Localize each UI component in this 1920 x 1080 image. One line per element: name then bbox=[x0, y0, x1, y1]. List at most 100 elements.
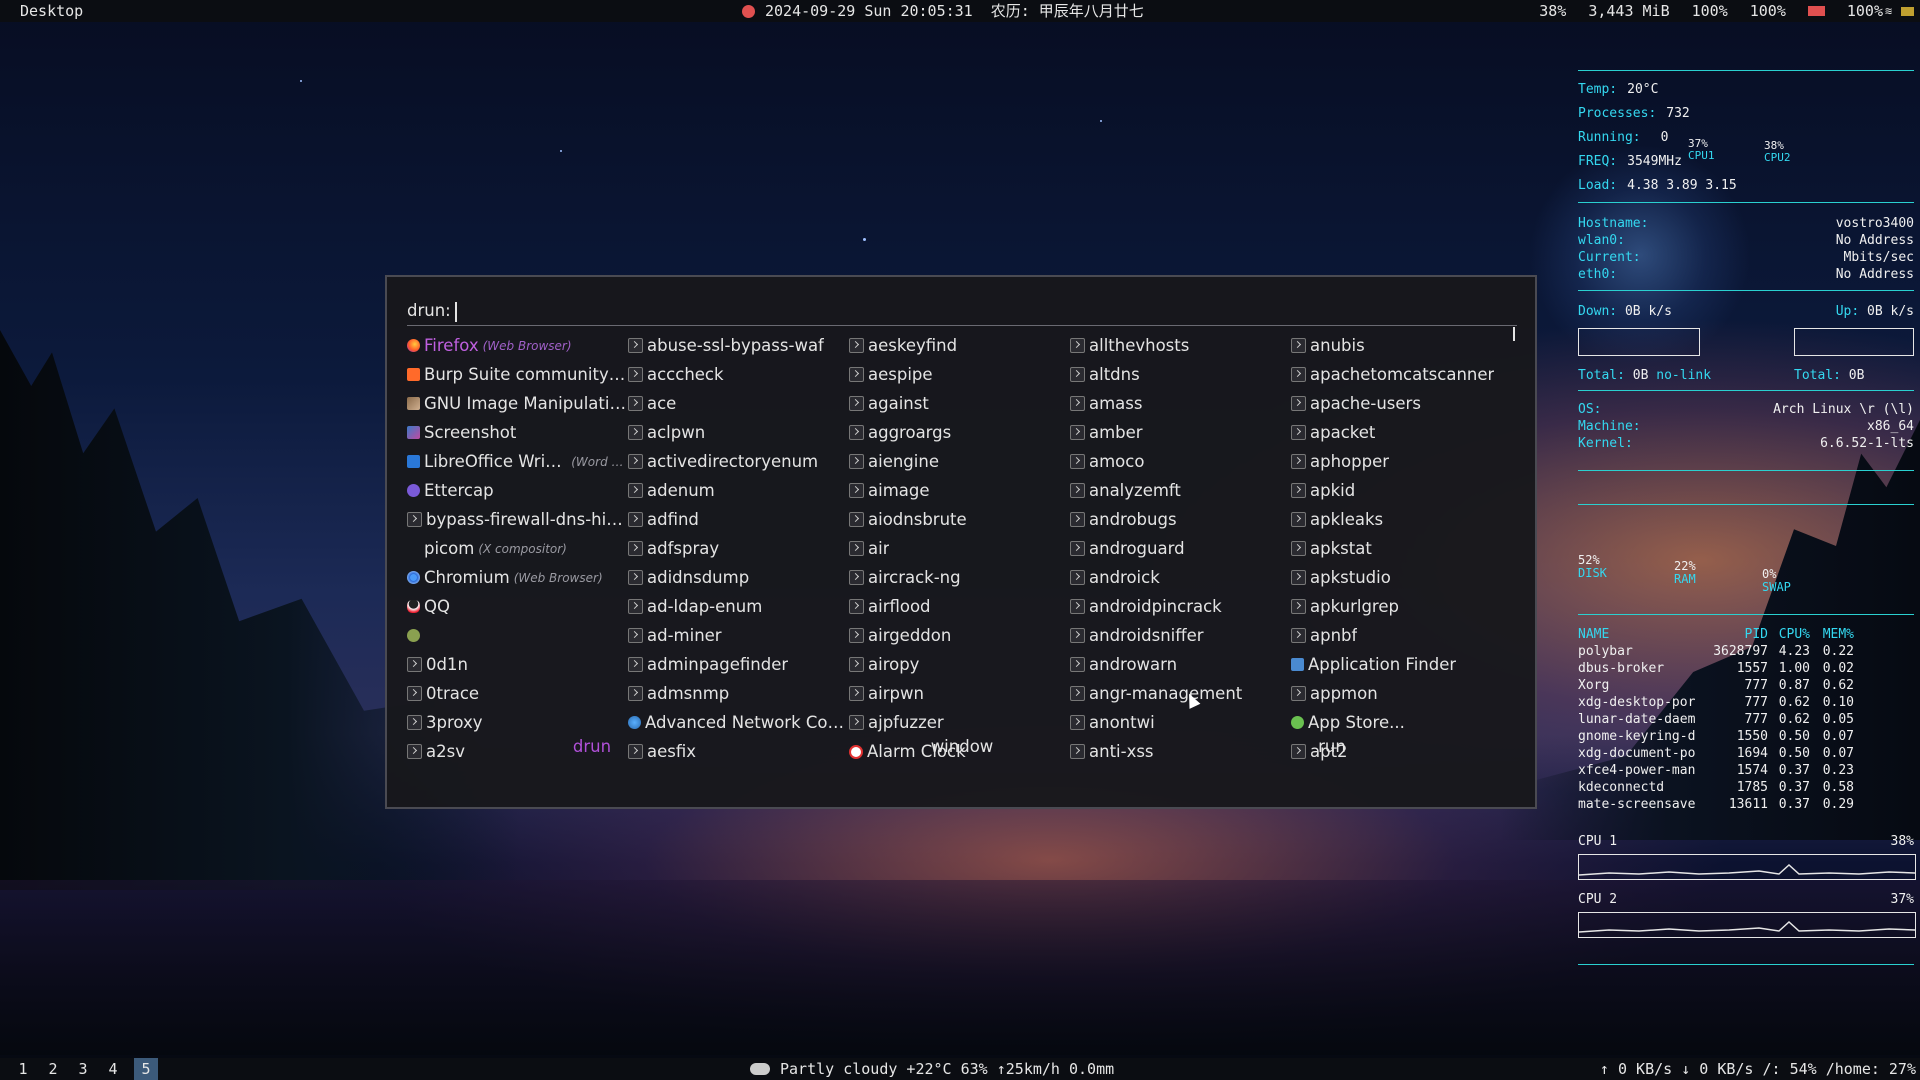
app-entry[interactable]: airflood bbox=[849, 592, 1070, 621]
app-entry[interactable]: apnbf bbox=[1291, 621, 1517, 650]
app-entry[interactable]: acccheck bbox=[628, 360, 849, 389]
app-entry[interactable]: apkurlgrep bbox=[1291, 592, 1517, 621]
app-entry[interactable]: adfind bbox=[628, 505, 849, 534]
clock-module[interactable]: 2024-09-29 Sun 20:05:31 农历: 甲辰年八月廿七 bbox=[742, 0, 1144, 22]
cpu1-graph-value: 38% bbox=[1890, 834, 1914, 849]
app-entry[interactable]: Chromium (Web Browser) bbox=[407, 563, 628, 592]
app-entry[interactable]: adenum bbox=[628, 476, 849, 505]
app-entry[interactable]: aiengine bbox=[849, 447, 1070, 476]
app-entry[interactable]: adfspray bbox=[628, 534, 849, 563]
app-entry[interactable]: aircrack-ng bbox=[849, 563, 1070, 592]
app-entry[interactable]: anubis bbox=[1291, 331, 1517, 360]
app-entry[interactable]: abuse-ssl-bypass-waf bbox=[628, 331, 849, 360]
app-entry[interactable]: adminpagefinder bbox=[628, 650, 849, 679]
app-entry[interactable]: Advanced Network Con... bbox=[628, 708, 849, 737]
app-entry[interactable]: androick bbox=[1070, 563, 1291, 592]
app-entry[interactable]: 0d1n bbox=[407, 650, 628, 679]
app-entry[interactable]: amber bbox=[1070, 418, 1291, 447]
app-entry[interactable]: androidpincrack bbox=[1070, 592, 1291, 621]
app-entry[interactable]: GNU Image Manipulatio... bbox=[407, 389, 628, 418]
brightness-level[interactable]: 100% bbox=[1692, 0, 1728, 22]
app-entry[interactable]: Firefox (Web Browser) bbox=[407, 331, 628, 360]
app-entry[interactable]: apache-users bbox=[1291, 389, 1517, 418]
workspace-2[interactable]: 2 bbox=[38, 1058, 68, 1080]
launcher-prompt[interactable]: drun: bbox=[407, 301, 457, 322]
volume-level[interactable]: 100% bbox=[1750, 0, 1786, 22]
workspace-3[interactable]: 3 bbox=[68, 1058, 98, 1080]
app-entry[interactable]: Ettercap bbox=[407, 476, 628, 505]
app-entry[interactable]: aeskeyfind bbox=[849, 331, 1070, 360]
workspace-title[interactable]: Desktop bbox=[20, 0, 83, 22]
app-entry[interactable]: App Store... bbox=[1291, 708, 1517, 737]
app-entry[interactable]: apkleaks bbox=[1291, 505, 1517, 534]
battery-level[interactable]: 100% bbox=[1847, 0, 1883, 22]
mode-drun[interactable]: drun bbox=[407, 737, 777, 756]
mode-run[interactable]: run bbox=[1147, 737, 1517, 756]
app-entry[interactable]: aphopper bbox=[1291, 447, 1517, 476]
divider bbox=[1578, 504, 1914, 505]
app-entry[interactable]: androbugs bbox=[1070, 505, 1291, 534]
app-entry[interactable]: bypass-firewall-dns-hist... bbox=[407, 505, 628, 534]
app-entry[interactable]: ad-miner bbox=[628, 621, 849, 650]
app-entry[interactable]: androwarn bbox=[1070, 650, 1291, 679]
app-entry[interactable]: adidnsdump bbox=[628, 563, 849, 592]
workspace-1[interactable]: 1 bbox=[8, 1058, 38, 1080]
freq-value: 3549MHz bbox=[1627, 154, 1682, 169]
app-entry[interactable]: Burp Suite community e... bbox=[407, 360, 628, 389]
app-entry[interactable]: 0trace bbox=[407, 679, 628, 708]
app-entry[interactable]: allthevhosts bbox=[1070, 331, 1291, 360]
app-name: GNU Image Manipulatio... bbox=[424, 394, 628, 413]
app-entry[interactable]: QQ bbox=[407, 592, 628, 621]
app-entry[interactable]: aggroargs bbox=[849, 418, 1070, 447]
app-description: (Web Browser) bbox=[513, 570, 603, 585]
app-entry[interactable]: admsnmp bbox=[628, 679, 849, 708]
app-entry[interactable]: airopy bbox=[849, 650, 1070, 679]
app-entry[interactable]: LibreOffice Writer (Word P... bbox=[407, 447, 628, 476]
app-entry[interactable]: 3proxy bbox=[407, 708, 628, 737]
app-entry[interactable]: airgeddon bbox=[849, 621, 1070, 650]
app-entry[interactable]: altdns bbox=[1070, 360, 1291, 389]
app-entry[interactable]: aiodnsbrute bbox=[849, 505, 1070, 534]
network-disk-stats[interactable]: ↑ 0 KB/s ↓ 0 KB/s /: 54% /home: 27% bbox=[1600, 1058, 1916, 1080]
app-entry[interactable]: anontwi bbox=[1070, 708, 1291, 737]
app-entry[interactable]: against bbox=[849, 389, 1070, 418]
app-entry[interactable]: apachetomcatscanner bbox=[1291, 360, 1517, 389]
term-icon bbox=[849, 541, 864, 556]
app-entry[interactable]: picom (X compositor) bbox=[407, 534, 628, 563]
wifi-icon[interactable]: ≋ bbox=[1885, 5, 1899, 17]
app-name: Advanced Network Con... bbox=[645, 713, 849, 732]
app-entry[interactable]: amoco bbox=[1070, 447, 1291, 476]
app-entry[interactable]: airpwn bbox=[849, 679, 1070, 708]
cpu-usage[interactable]: 38% bbox=[1539, 0, 1566, 22]
memory-usage[interactable]: 3,443 MiB bbox=[1588, 0, 1669, 22]
app-entry[interactable]: amass bbox=[1070, 389, 1291, 418]
running-label: Running: bbox=[1578, 130, 1641, 145]
app-entry[interactable]: apacket bbox=[1291, 418, 1517, 447]
burp-icon bbox=[407, 368, 420, 381]
workspace-5[interactable]: 5 bbox=[134, 1058, 158, 1080]
app-entry[interactable]: Application Finder bbox=[1291, 650, 1517, 679]
cpu2-ring: 38% CPU2 bbox=[1764, 140, 1791, 164]
app-entry[interactable]: analyzemft bbox=[1070, 476, 1291, 505]
app-entry[interactable]: angr-management bbox=[1070, 679, 1291, 708]
app-entry[interactable]: aclpwn bbox=[628, 418, 849, 447]
app-entry[interactable]: androguard bbox=[1070, 534, 1291, 563]
app-entry[interactable]: aimage bbox=[849, 476, 1070, 505]
app-entry[interactable]: Screenshot bbox=[407, 418, 628, 447]
app-entry[interactable] bbox=[407, 621, 628, 650]
app-entry[interactable]: aespipe bbox=[849, 360, 1070, 389]
weather-module[interactable]: Partly cloudy +22°C 63% ↑25km/h 0.0mm bbox=[750, 1058, 1114, 1080]
app-entry[interactable]: ace bbox=[628, 389, 849, 418]
app-entry[interactable]: apkstat bbox=[1291, 534, 1517, 563]
app-entry[interactable]: ajpfuzzer bbox=[849, 708, 1070, 737]
app-entry[interactable]: apkid bbox=[1291, 476, 1517, 505]
app-entry[interactable]: appmon bbox=[1291, 679, 1517, 708]
app-entry[interactable]: androidsniffer bbox=[1070, 621, 1291, 650]
app-entry[interactable]: apkstudio bbox=[1291, 563, 1517, 592]
app-entry[interactable]: air bbox=[849, 534, 1070, 563]
mode-window[interactable]: window bbox=[777, 737, 1147, 756]
term-icon bbox=[1070, 338, 1085, 353]
workspace-4[interactable]: 4 bbox=[98, 1058, 128, 1080]
app-entry[interactable]: activedirectoryenum bbox=[628, 447, 849, 476]
app-entry[interactable]: ad-ldap-enum bbox=[628, 592, 849, 621]
